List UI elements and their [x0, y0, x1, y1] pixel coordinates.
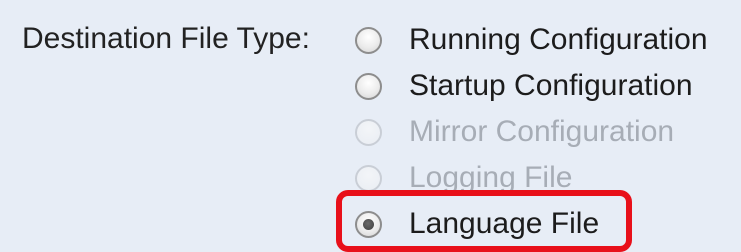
radio-option-logging-file: Logging File	[352, 155, 741, 201]
radio-option-language-file[interactable]: Language File	[352, 201, 741, 247]
radio-label-mirror-configuration: Mirror Configuration	[409, 115, 675, 148]
radio-option-startup-configuration[interactable]: Startup Configuration	[352, 63, 741, 109]
destination-file-type-radio-group: Running Configuration Startup Configurat…	[352, 17, 741, 247]
radio-label-startup-configuration: Startup Configuration	[409, 69, 693, 102]
radio-label-running-configuration: Running Configuration	[409, 23, 708, 56]
radio-option-running-configuration[interactable]: Running Configuration	[352, 17, 741, 63]
destination-file-type-row: Destination File Type: Running Configura…	[0, 0, 741, 252]
radio-label-logging-file: Logging File	[409, 161, 573, 194]
radio-button-logging-file	[355, 164, 382, 192]
radio-label-language-file: Language File	[409, 207, 600, 240]
radio-button-language-file[interactable]	[355, 210, 382, 238]
radio-button-mirror-configuration	[355, 118, 382, 146]
radio-button-startup-configuration[interactable]	[355, 72, 382, 100]
destination-file-type-label: Destination File Type:	[22, 22, 310, 55]
radio-button-running-configuration[interactable]	[355, 26, 382, 54]
radio-option-mirror-configuration: Mirror Configuration	[352, 109, 741, 155]
